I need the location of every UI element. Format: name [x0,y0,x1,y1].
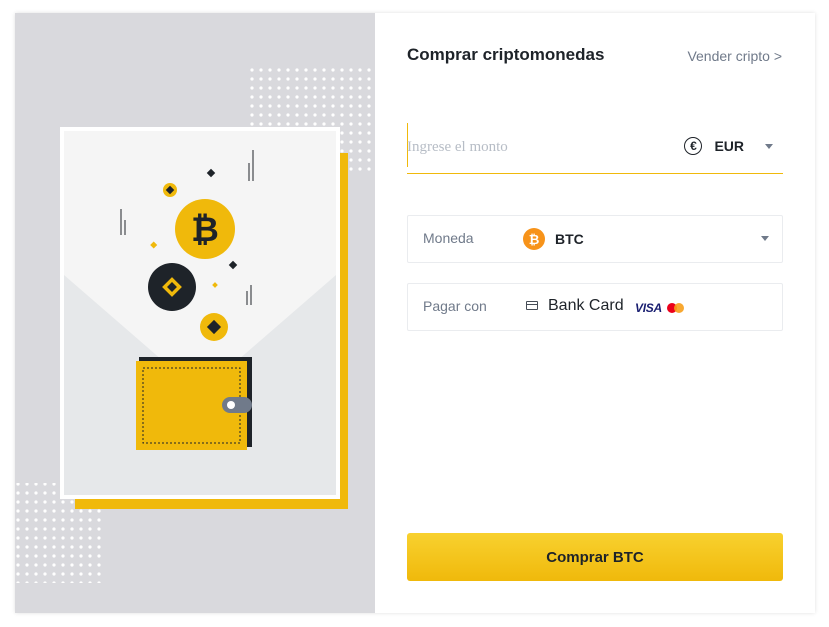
small-coin-icon [200,313,228,341]
amount-input[interactable] [407,131,667,163]
svg-text:₿: ₿ [191,210,219,250]
tiny-coin-icon [163,183,177,197]
visa-logo: VISA [635,301,662,315]
coin-code: BTC [555,231,584,247]
credit-card-icon [526,301,538,310]
chevron-down-icon [765,143,773,149]
buy-form: Comprar criptomonedas Vender cripto > € … [375,13,815,613]
sell-crypto-link[interactable]: Vender cripto > [687,48,782,64]
currency-selector[interactable]: € EUR [684,137,773,155]
bitcoin-coin-icon: ₿ [175,199,235,259]
buy-crypto-card: ₿ Comprar criptomonedas Vender cripto > … [15,13,815,613]
page-title: Comprar criptomonedas [407,45,605,64]
payment-label: Pagar con [423,298,487,314]
binance-coin-icon [148,263,196,311]
coin-label: Moneda [423,230,474,246]
euro-icon: € [684,137,703,155]
wallet-icon [136,357,252,450]
illustration-panel: ₿ [15,13,375,613]
wallet-illustration: ₿ [15,63,375,583]
mastercard-icon [667,303,685,313]
chevron-down-icon [761,236,769,241]
payment-method: Bank Card [548,297,624,314]
coin-select[interactable]: Moneda ₿ BTC [407,215,783,263]
buy-button[interactable]: Comprar BTC [407,533,783,581]
currency-code: EUR [714,138,744,154]
amount-field: € EUR [407,121,783,174]
bitcoin-icon: ₿ [523,228,545,250]
payment-method-select[interactable]: Pagar con Bank Card VISA [407,283,783,331]
